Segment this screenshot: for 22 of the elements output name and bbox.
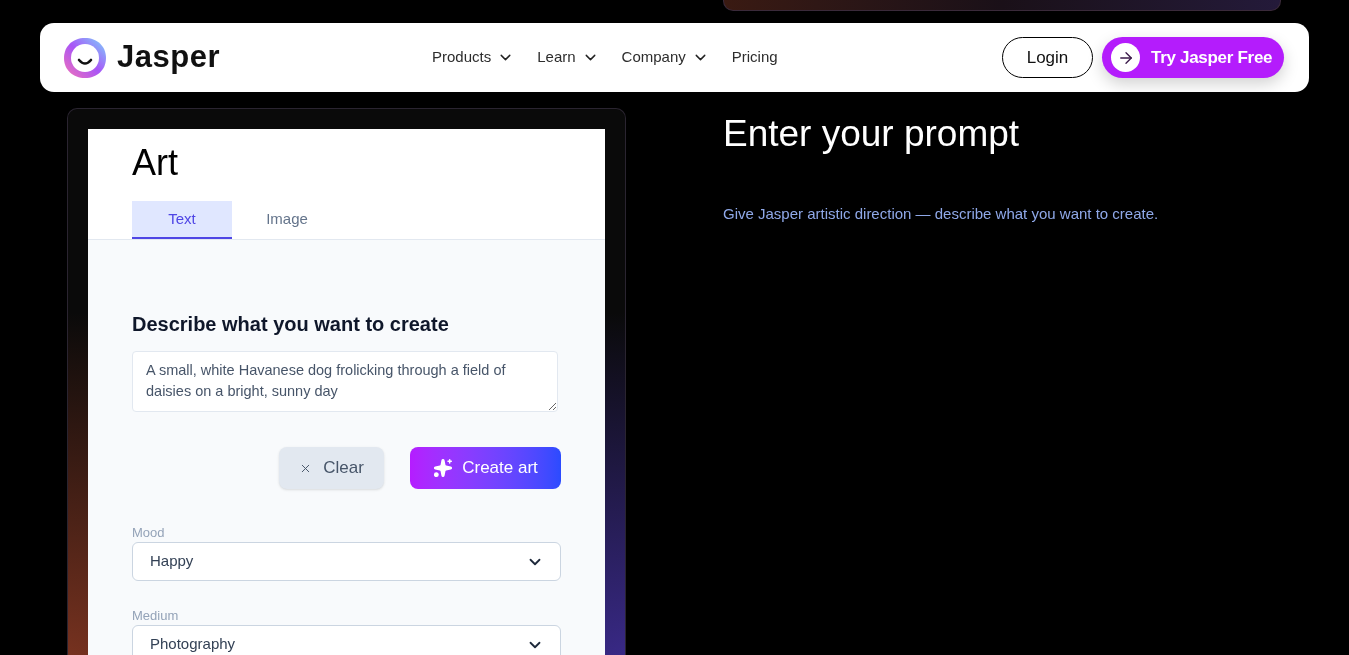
nav-link[interactable]: Company xyxy=(621,46,709,69)
nav-link[interactable]: Learn xyxy=(537,46,599,69)
tab[interactable]: Text xyxy=(132,201,232,239)
field-label: Medium xyxy=(132,608,180,624)
nav-link[interactable]: Products xyxy=(432,46,515,69)
dropdown-select[interactable]: Happy xyxy=(132,542,561,581)
arrow-right-icon xyxy=(1111,43,1140,72)
field-label: Mood xyxy=(132,525,166,541)
try-free-button[interactable]: Try Jasper Free xyxy=(1102,37,1284,78)
sparkles-icon xyxy=(433,458,454,478)
dropdown-select[interactable]: Photography xyxy=(132,625,561,655)
section-description: Give Jasper artistic direction — describe what you want to create. xyxy=(723,204,1159,224)
nav-link[interactable]: Pricing xyxy=(731,46,778,69)
section-title: Enter your prompt xyxy=(723,112,1021,156)
prompt-field[interactable]: A small, white Havanese dog frolicking through a field of daisies on a bright, sunny day xyxy=(132,351,558,412)
tab[interactable]: Image xyxy=(232,201,342,239)
panel-title: Art xyxy=(132,141,179,185)
clear-button[interactable]: Clear xyxy=(279,447,384,489)
create-art-button[interactable]: Create art xyxy=(410,447,561,489)
logo-icon xyxy=(64,37,106,78)
brand-name[interactable]: Jasper xyxy=(117,34,220,81)
section-heading: Describe what you want to create xyxy=(132,312,450,337)
